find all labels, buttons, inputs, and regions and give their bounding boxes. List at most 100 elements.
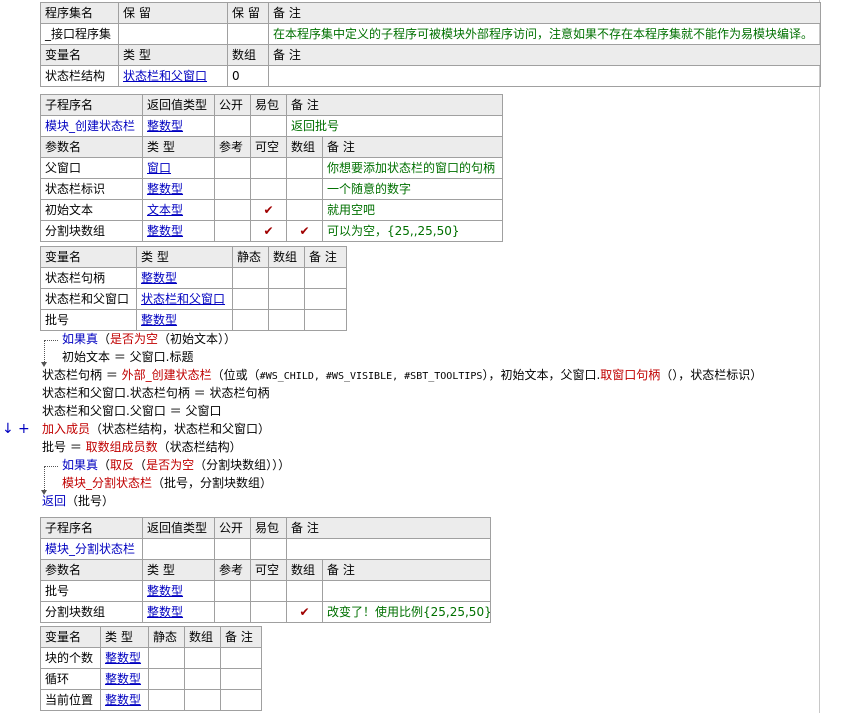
param-name[interactable]: 初始文本 [40,199,143,221]
local-row[interactable]: 块的个数 整数型 [40,647,262,669]
local-type[interactable]: 整数型 [136,267,233,289]
local-note[interactable] [304,267,347,289]
sub-note[interactable] [286,538,491,560]
param-note[interactable]: 就用空吧 [322,199,503,221]
param-note[interactable]: 改变了！使用比例{25,25,50} [322,601,491,623]
param-ref[interactable] [214,601,251,623]
plus-icon[interactable]: + [18,420,30,438]
param-nullable[interactable] [250,601,287,623]
local-name[interactable]: 状态栏和父窗口 [40,288,137,310]
param-type[interactable]: 整数型 [142,601,215,623]
local-type[interactable]: 整数型 [136,309,233,331]
local-row[interactable]: 状态栏句柄 整数型 [40,267,347,289]
local-static[interactable] [148,668,185,690]
code-line-if[interactable]: 如果真（取反（是否为空（分割块数组））） [62,456,290,474]
param-nullable-check-icon[interactable]: ✔ [250,199,287,221]
param-name[interactable]: 父窗口 [40,157,143,179]
param-name[interactable]: 分割块数组 [40,220,143,242]
assembly-name[interactable]: _接口程序集 [40,23,119,45]
param-name[interactable]: 分割块数组 [40,601,143,623]
sub-return-type[interactable]: 整数型 [142,115,215,137]
param-note[interactable] [322,580,491,602]
code-line[interactable]: 状态栏和父窗口.状态栏句柄 ＝ 状态栏句柄 [42,384,269,402]
local-name[interactable]: 批号 [40,309,137,331]
param-array[interactable] [286,178,323,200]
local-name[interactable]: 状态栏句柄 [40,267,137,289]
assembly-reserved-cell[interactable] [227,23,269,45]
local-type[interactable]: 状态栏和父窗口 [136,288,233,310]
local-row[interactable]: 批号 整数型 [40,309,347,331]
local-array[interactable] [184,647,221,669]
local-row[interactable]: 循环 整数型 [40,668,262,690]
param-ref[interactable] [214,580,251,602]
param-note[interactable]: 你想要添加状态栏的窗口的句柄 [322,157,503,179]
param-array[interactable] [286,199,323,221]
param-row[interactable]: 分割块数组 整数型 ✔ ✔ 可以为空，{25,,25,50} [40,220,503,242]
param-nullable[interactable] [250,580,287,602]
local-name[interactable]: 块的个数 [40,647,101,669]
local-array[interactable] [268,288,305,310]
arrow-down-icon[interactable]: ↓ [2,420,14,438]
local-note[interactable] [220,689,262,711]
local-array[interactable] [268,309,305,331]
param-type[interactable]: 整数型 [142,178,215,200]
var-note[interactable] [268,65,821,87]
param-type[interactable]: 整数型 [142,220,215,242]
param-ref[interactable] [214,199,251,221]
local-static[interactable] [148,647,185,669]
sub-return-type[interactable] [142,538,215,560]
param-row[interactable]: 状态栏标识 整数型 一个随意的数字 [40,178,503,200]
code-line-if[interactable]: 如果真（是否为空（初始文本）） [62,330,236,348]
local-note[interactable] [220,668,262,690]
assembly-row[interactable]: _接口程序集 在本程序集中定义的子程序可被模块外部程序访问，注意如果不存在本程序… [40,23,821,45]
local-note[interactable] [220,647,262,669]
var-name[interactable]: 状态栏结构 [40,65,119,87]
sub-epackage-cell[interactable] [250,115,287,137]
param-row[interactable]: 批号 整数型 [40,580,491,602]
local-static[interactable] [232,309,269,331]
param-row[interactable]: 初始文本 文本型 ✔ 就用空吧 [40,199,503,221]
param-note[interactable]: 可以为空，{25,,25,50} [322,220,503,242]
param-name[interactable]: 批号 [40,580,143,602]
code-line[interactable]: 批号 ＝ 取数组成员数（状态栏结构） [42,438,242,456]
sub-public-cell[interactable] [214,538,251,560]
assembly-reserved-cell[interactable] [118,23,228,45]
assembly-var-row[interactable]: 状态栏结构 状态栏和父窗口 0 [40,65,821,87]
param-array-check-icon[interactable]: ✔ [286,220,323,242]
local-name[interactable]: 当前位置 [40,689,101,711]
var-type[interactable]: 状态栏和父窗口 [118,65,228,87]
param-type[interactable]: 整数型 [142,580,215,602]
local-array[interactable] [184,668,221,690]
param-nullable-check-icon[interactable]: ✔ [250,220,287,242]
param-type[interactable]: 窗口 [142,157,215,179]
code-line[interactable]: 状态栏句柄 ＝ 外部_创建状态栏（位或（#WS_CHILD, #WS_VISIB… [42,366,762,386]
code-line-return[interactable]: 返回（批号） [42,492,114,510]
local-static[interactable] [232,267,269,289]
param-nullable[interactable] [250,178,287,200]
param-row[interactable]: 分割块数组 整数型 ✔ 改变了！使用比例{25,25,50} [40,601,491,623]
local-static[interactable] [232,288,269,310]
local-name[interactable]: 循环 [40,668,101,690]
local-array[interactable] [268,267,305,289]
param-nullable[interactable] [250,157,287,179]
code-line[interactable]: 加入成员（状态栏结构，状态栏和父窗口） [42,420,270,438]
local-type[interactable]: 整数型 [100,668,149,690]
code-line[interactable]: 初始文本 ＝ 父窗口.标题 [62,348,193,366]
param-name[interactable]: 状态栏标识 [40,178,143,200]
local-type[interactable]: 整数型 [100,647,149,669]
local-row[interactable]: 当前位置 整数型 [40,689,262,711]
param-ref[interactable] [214,157,251,179]
sub-name[interactable]: 模块_分割状态栏 [40,538,143,560]
code-line[interactable]: 状态栏和父窗口.父窗口 ＝ 父窗口 [42,402,221,420]
code-line[interactable]: 模块_分割状态栏（批号，分割块数组） [62,474,272,492]
param-note[interactable]: 一个随意的数字 [322,178,503,200]
param-type[interactable]: 文本型 [142,199,215,221]
sub-row[interactable]: 模块_分割状态栏 [40,538,491,560]
local-array[interactable] [184,689,221,711]
param-array[interactable] [286,157,323,179]
assembly-note[interactable]: 在本程序集中定义的子程序可被模块外部程序访问，注意如果不存在本程序集就不能作为易… [268,23,821,45]
local-note[interactable] [304,309,347,331]
param-array[interactable] [286,580,323,602]
sub-note[interactable]: 返回批号 [286,115,503,137]
sub-row[interactable]: 模块_创建状态栏 整数型 返回批号 [40,115,503,137]
